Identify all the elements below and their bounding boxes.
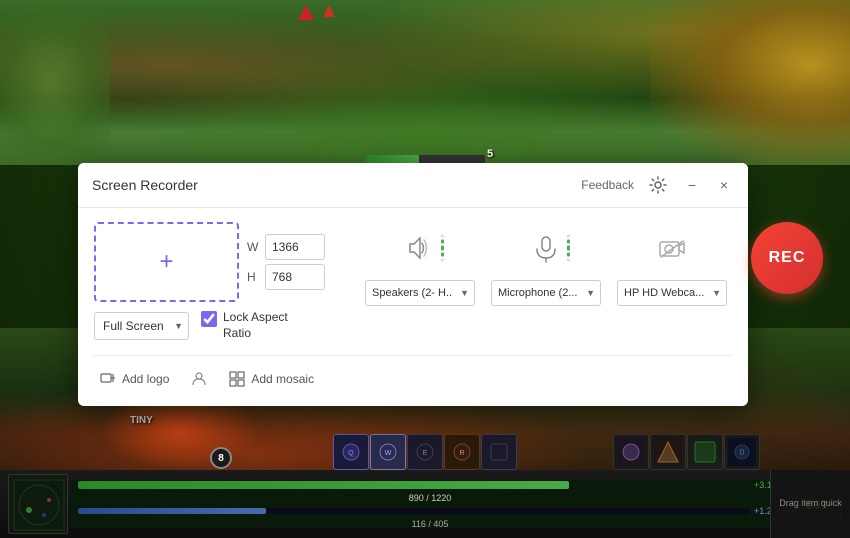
item-2[interactable] <box>650 434 686 470</box>
add-mosaic-button[interactable]: Add mosaic <box>223 368 320 390</box>
height-label: H <box>247 270 261 284</box>
speakers-select[interactable]: Speakers (2- H... <box>365 280 475 306</box>
speakers-device: Speakers (2- H... <box>365 222 475 306</box>
svg-text:W: W <box>385 450 392 457</box>
microphone-icon-area <box>520 222 572 274</box>
hud-minimap[interactable] <box>8 474 68 534</box>
controls-row: + W H <box>94 222 732 341</box>
add-logo-label: Add logo <box>122 372 169 386</box>
width-input[interactable] <box>265 234 325 260</box>
game-health-number: 5 <box>487 148 493 160</box>
add-mosaic-icon <box>229 371 245 387</box>
screen-recorder-dialog: Screen Recorder Feedback − × <box>78 163 748 406</box>
microphone-select[interactable]: Microphone (2... <box>491 280 601 306</box>
svg-text:Q: Q <box>348 450 354 457</box>
hud-health-mana: +3.1 890 / 1220 +1.2 116 / 405 <box>70 480 790 528</box>
hud-drag-info: Drag item quick <box>770 470 850 538</box>
person-icon <box>191 371 207 387</box>
lock-aspect-checkbox[interactable] <box>201 311 217 327</box>
svg-text:R: R <box>459 450 464 457</box>
item-bar[interactable]: 0 <box>613 434 760 470</box>
fullscreen-row: Full Screen Lock Aspect Ratio <box>94 310 325 341</box>
svg-text:0: 0 <box>740 448 745 457</box>
width-row: W <box>247 234 325 260</box>
fullscreen-select-wrapper: Full Screen <box>94 312 189 340</box>
skill-r[interactable]: R <box>444 434 480 470</box>
audio-section: Speakers (2- H... <box>365 222 727 306</box>
speakers-select-wrapper: Speakers (2- H... <box>365 280 475 306</box>
speakers-icon-area <box>394 222 446 274</box>
skill-bar[interactable]: Q W E R <box>333 434 517 470</box>
bottom-toolbar-row: Add logo Add mosaic <box>94 355 732 390</box>
lock-aspect-control: Lock Aspect Ratio <box>201 310 288 341</box>
microphone-icon <box>531 233 561 263</box>
title-bar: Screen Recorder Feedback − × <box>78 163 748 208</box>
skill-extra[interactable] <box>481 434 517 470</box>
character-level-badge: 8 <box>210 447 232 469</box>
feedback-link[interactable]: Feedback <box>581 178 634 192</box>
item-4[interactable]: 0 <box>724 434 760 470</box>
skill-q[interactable]: Q <box>333 434 369 470</box>
camera-crossed-wrapper <box>657 233 687 263</box>
rec-button[interactable]: REC <box>751 222 823 294</box>
item-1[interactable] <box>613 434 649 470</box>
capture-dims-row: + W H <box>94 222 325 302</box>
lock-aspect-label[interactable]: Lock Aspect Ratio <box>223 310 288 341</box>
camera-icon <box>657 233 687 263</box>
game-tree-left <box>0 5 110 165</box>
character-name-label: TINY <box>130 415 153 426</box>
capture-preview-plus-icon: + <box>159 248 173 276</box>
rec-section: REC <box>743 222 823 294</box>
camera-icon-area <box>646 222 698 274</box>
settings-button[interactable] <box>646 173 670 197</box>
camera-select[interactable]: HP HD Webca... <box>617 280 727 306</box>
close-button[interactable]: × <box>714 175 734 195</box>
game-flag-1 <box>298 5 314 20</box>
skill-e[interactable]: E <box>407 434 443 470</box>
svg-text:E: E <box>423 450 428 457</box>
microphone-volume-bars <box>567 235 570 262</box>
dimension-inputs: W H <box>247 234 325 290</box>
microphone-select-wrapper: Microphone (2... <box>491 280 601 306</box>
add-logo-button[interactable]: Add logo <box>94 368 175 390</box>
add-logo-icon <box>100 371 116 387</box>
game-flag-2 <box>323 5 335 17</box>
game-tree-right <box>650 0 850 165</box>
add-mosaic-label: Add mosaic <box>251 372 314 386</box>
height-input[interactable] <box>265 264 325 290</box>
capture-section: + W H <box>94 222 325 341</box>
dialog-content: + W H <box>78 208 748 406</box>
camera-device: HP HD Webca... <box>617 222 727 306</box>
camera-select-wrapper: HP HD Webca... <box>617 280 727 306</box>
fullscreen-select[interactable]: Full Screen <box>94 312 189 340</box>
game-top-area: 5 <box>0 0 850 165</box>
microphone-device: Microphone (2... <box>491 222 601 306</box>
speaker-volume-bars <box>441 235 444 262</box>
dialog-title: Screen Recorder <box>92 177 198 193</box>
capture-preview-box[interactable]: + <box>94 222 239 302</box>
rec-label: REC <box>769 249 806 267</box>
title-controls: Feedback − × <box>581 173 734 197</box>
hud-bar: 8 +3.1 890 / 1220 +1.2 116 / 405 <box>0 470 850 538</box>
skill-w[interactable]: W <box>370 434 406 470</box>
minimize-button[interactable]: − <box>682 175 702 195</box>
item-3[interactable] <box>687 434 723 470</box>
speaker-icon <box>405 233 435 263</box>
width-label: W <box>247 240 261 254</box>
height-row: H <box>247 264 325 290</box>
